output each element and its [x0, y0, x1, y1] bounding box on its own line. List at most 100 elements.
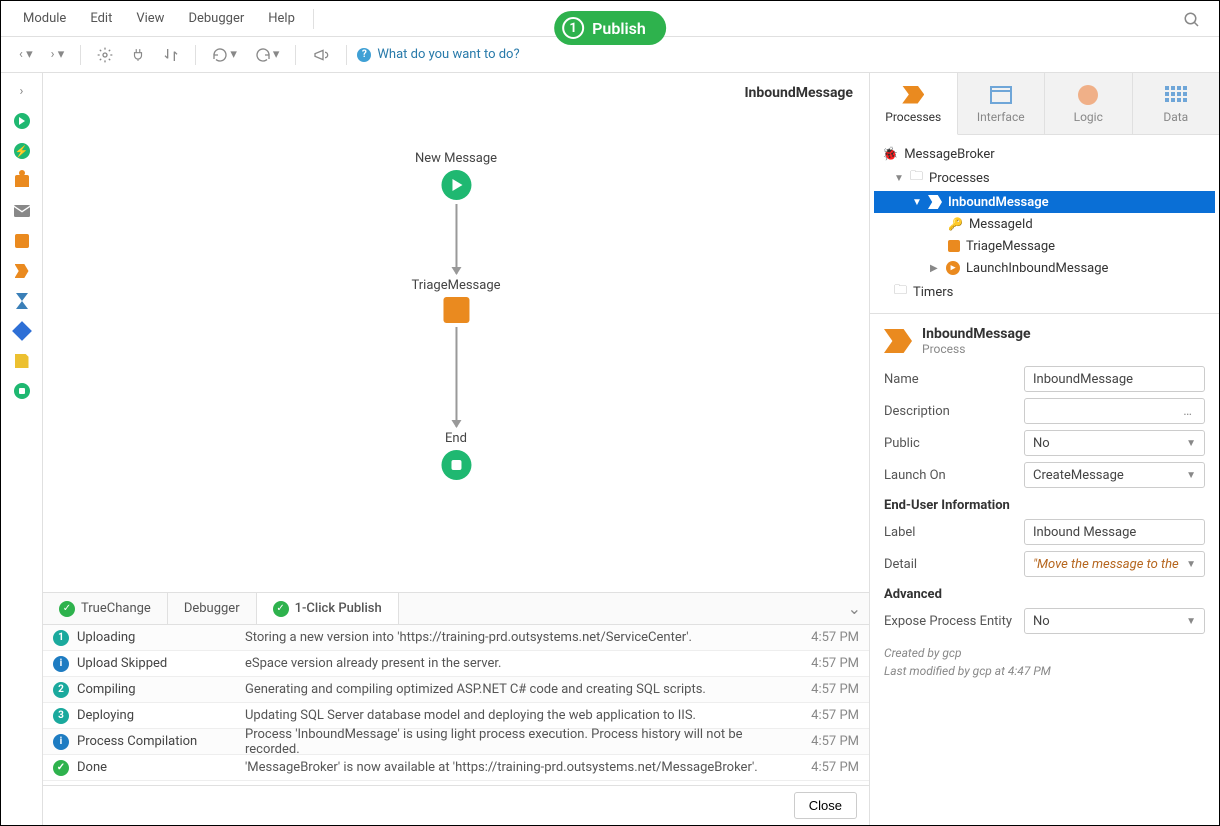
ellipsis-icon[interactable]: … — [1179, 404, 1196, 419]
status-badge: 3 — [53, 708, 69, 724]
log-step: Process Compilation — [77, 734, 237, 749]
tab-truechange[interactable]: ✓TrueChange — [43, 593, 168, 624]
log-step: Compiling — [77, 682, 237, 697]
rail-human-activity-icon[interactable] — [12, 171, 32, 191]
chevron-right-icon: ▶ — [930, 263, 940, 274]
rail-wait-icon[interactable] — [12, 291, 32, 311]
rail-automatic-activity-icon[interactable] — [12, 231, 32, 251]
menu-view[interactable]: View — [126, 5, 174, 32]
tree-view: 🐞MessageBroker ▼🗀Processes ▼ InboundMessa… — [870, 135, 1219, 313]
right-tab-interface[interactable]: Interface — [958, 73, 1046, 135]
right-tab-processes-label: Processes — [885, 110, 941, 124]
settings-icon[interactable] — [91, 43, 119, 67]
tree-inbound-label: InboundMessage — [948, 195, 1049, 210]
chevron-down-icon: ▼ — [912, 197, 922, 208]
menu-debugger[interactable]: Debugger — [178, 5, 254, 32]
publish-log-row[interactable]: ✓Done'MessageBroker' is now available at… — [43, 755, 869, 781]
prop-launch-select[interactable]: CreateMessage▼ — [1024, 462, 1205, 488]
nav-back-button[interactable]: ‹ ▾ — [13, 43, 39, 66]
rail-comment-icon[interactable] — [12, 351, 32, 371]
tree-timers-label: Timers — [913, 285, 953, 300]
tree-message-id[interactable]: 🔑MessageId — [874, 213, 1215, 235]
check-icon: ✓ — [59, 601, 75, 617]
modified-by: Last modified by gcp at 4:47 PM — [884, 662, 1205, 680]
tree-timers-folder[interactable]: 🗀Timers — [874, 279, 1215, 305]
prop-desc-label: Description — [884, 404, 1024, 419]
right-tab-logic[interactable]: Logic — [1045, 73, 1133, 135]
interface-icon — [990, 84, 1012, 106]
prop-name-label: Name — [884, 372, 1024, 387]
prop-detail-select[interactable]: "Move the message to the▼ — [1024, 551, 1205, 577]
launch-icon: ▸ — [946, 261, 960, 275]
tree-processes-folder[interactable]: ▼🗀Processes — [874, 165, 1215, 191]
publish-log-row[interactable]: 1UploadingStoring a new version into 'ht… — [43, 625, 869, 651]
close-button[interactable]: Close — [794, 792, 857, 819]
prop-expose-label: Expose Process Entity — [884, 614, 1024, 629]
rail-decision-icon[interactable] — [12, 321, 32, 341]
rail-email-icon[interactable] — [12, 201, 32, 221]
rail-end-icon[interactable] — [12, 381, 32, 401]
tree-inbound-message[interactable]: ▼ InboundMessage — [874, 191, 1215, 213]
help-link[interactable]: ? What do you want to do? — [357, 47, 519, 62]
help-text: What do you want to do? — [377, 47, 519, 62]
publish-step-number: 1 — [562, 17, 584, 39]
redo-button[interactable]: ▾ — [249, 43, 286, 67]
rail-start-icon[interactable] — [12, 111, 32, 131]
flow-arrow-1 — [455, 204, 457, 274]
prop-desc-input[interactable]: … — [1024, 398, 1205, 424]
tab-debugger-label: Debugger — [184, 601, 240, 616]
log-message: Process 'InboundMessage' is using light … — [245, 727, 791, 757]
canvas-title: InboundMessage — [744, 85, 853, 101]
publish-button[interactable]: 1 Publish — [554, 11, 666, 45]
rail-expand-icon[interactable]: › — [12, 81, 32, 101]
right-tab-processes[interactable]: Processes — [870, 73, 958, 135]
end-node[interactable] — [441, 450, 471, 480]
tab-publish[interactable]: ✓1-Click Publish — [257, 593, 399, 624]
properties-panel: InboundMessage Process NameInboundMessag… — [870, 313, 1219, 825]
swap-icon[interactable] — [157, 43, 185, 67]
prop-public-select[interactable]: No▼ — [1024, 430, 1205, 456]
log-step: Uploading — [77, 630, 237, 645]
processes-icon — [902, 84, 924, 106]
end-node-label: End — [445, 431, 467, 446]
start-node[interactable] — [441, 170, 471, 200]
publish-log-row[interactable]: iProcess CompilationProcess 'InboundMess… — [43, 729, 869, 755]
publish-log-row[interactable]: 3DeployingUpdating SQL Server database m… — [43, 703, 869, 729]
tree-triage-message[interactable]: TriageMessage — [874, 235, 1215, 257]
tree-root[interactable]: 🐞MessageBroker — [874, 143, 1215, 165]
prop-label-input[interactable]: Inbound Message — [1024, 519, 1205, 545]
process-icon — [884, 329, 912, 353]
log-time: 4:57 PM — [799, 760, 859, 775]
tree-processes-label: Processes — [929, 171, 990, 186]
megaphone-icon[interactable] — [306, 43, 336, 67]
module-icon: 🐞 — [882, 147, 898, 162]
menu-edit[interactable]: Edit — [80, 5, 122, 32]
rail-execute-process-icon[interactable] — [12, 261, 32, 281]
publish-log-row[interactable]: 2CompilingGenerating and compiling optim… — [43, 677, 869, 703]
log-message: Generating and compiling optimized ASP.N… — [245, 682, 791, 697]
process-canvas[interactable]: InboundMessage New Message TriageMessage… — [43, 73, 869, 593]
plugin-icon[interactable] — [125, 43, 151, 67]
end-user-section: End-User Information — [884, 498, 1205, 513]
check-icon: ✓ — [273, 601, 289, 617]
logic-icon — [1077, 84, 1099, 106]
log-time: 4:57 PM — [799, 630, 859, 645]
log-step: Upload Skipped — [77, 656, 237, 671]
play-icon — [452, 179, 462, 191]
log-time: 4:57 PM — [799, 682, 859, 697]
nav-forward-button[interactable]: › ▾ — [45, 43, 71, 66]
activity-node[interactable] — [443, 297, 469, 323]
panel-collapse-icon[interactable]: ⌄ — [848, 599, 861, 618]
tree-launch-inbound[interactable]: ▶▸LaunchInboundMessage — [874, 257, 1215, 279]
menu-module[interactable]: Module — [13, 5, 76, 32]
search-icon[interactable] — [1183, 11, 1201, 33]
undo-button[interactable]: ▾ — [206, 43, 243, 67]
tab-debugger[interactable]: Debugger — [168, 593, 257, 624]
publish-log-row[interactable]: iUpload SkippedeSpace version already pr… — [43, 651, 869, 677]
right-tab-data[interactable]: Data — [1133, 73, 1220, 135]
rail-conditional-start-icon[interactable]: ⚡ — [12, 141, 32, 161]
created-by: Created by gcp — [884, 644, 1205, 662]
prop-name-input[interactable]: InboundMessage — [1024, 366, 1205, 392]
menu-help[interactable]: Help — [258, 5, 305, 32]
prop-expose-select[interactable]: No▼ — [1024, 608, 1205, 634]
